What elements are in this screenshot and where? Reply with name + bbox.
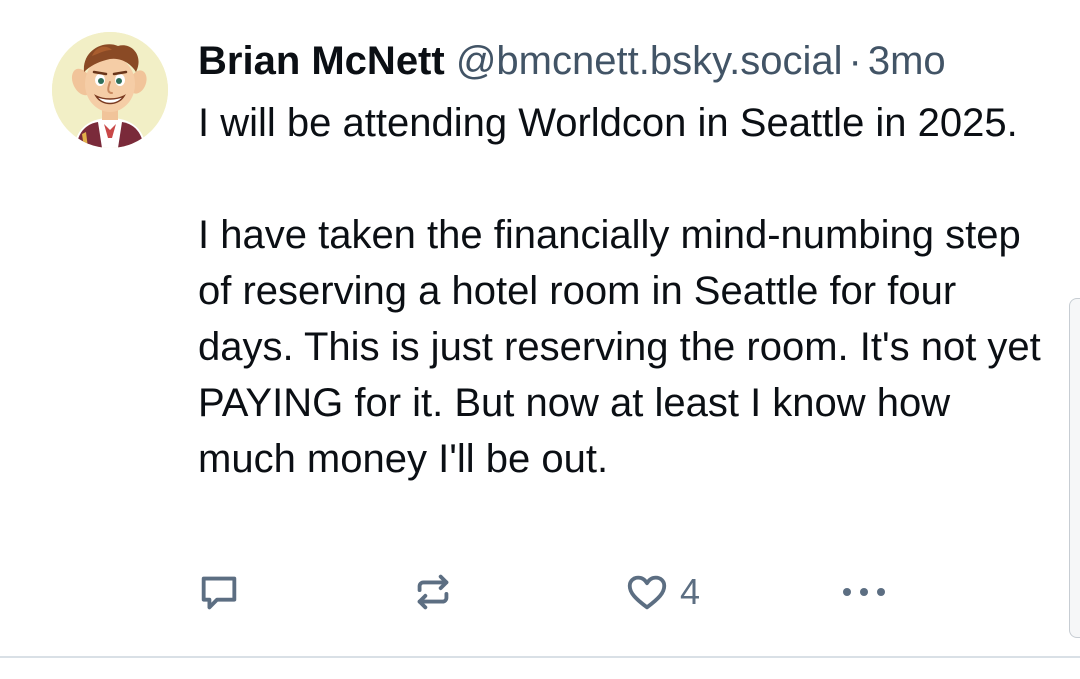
repost-icon [417,574,449,610]
more-options-button[interactable] [840,566,890,618]
separator-dot: · [848,39,862,83]
reply-button[interactable] [196,566,242,618]
post-card[interactable]: Brian McNett @bmcnett.bsky.social · 3mo I … [0,0,1080,656]
avatar[interactable] [52,32,168,148]
like-button[interactable]: 4 [624,566,700,618]
reply-icon [201,576,237,610]
post-actions: 4 [0,566,1080,618]
scrollbar[interactable] [1069,298,1080,638]
post-header: Brian McNett @bmcnett.bsky.social · 3mo [198,36,1048,86]
post-timestamp[interactable]: 3mo [868,39,946,83]
more-dots-icon [843,588,885,596]
heart-icon [627,575,667,610]
repost-button[interactable] [410,566,456,618]
cartoon-avatar-icon [52,32,168,148]
post-paragraph: I have taken the financially mind-numbin… [198,213,1041,481]
post-body: I will be attending Worldcon in Seattle … [198,95,1048,487]
author-handle[interactable]: @bmcnett.bsky.social [456,39,843,83]
like-count: 4 [680,571,701,612]
post-divider [0,656,1080,658]
post-paragraph: I will be attending Worldcon in Seattle … [198,101,1018,145]
author-display-name[interactable]: Brian McNett [198,39,445,83]
